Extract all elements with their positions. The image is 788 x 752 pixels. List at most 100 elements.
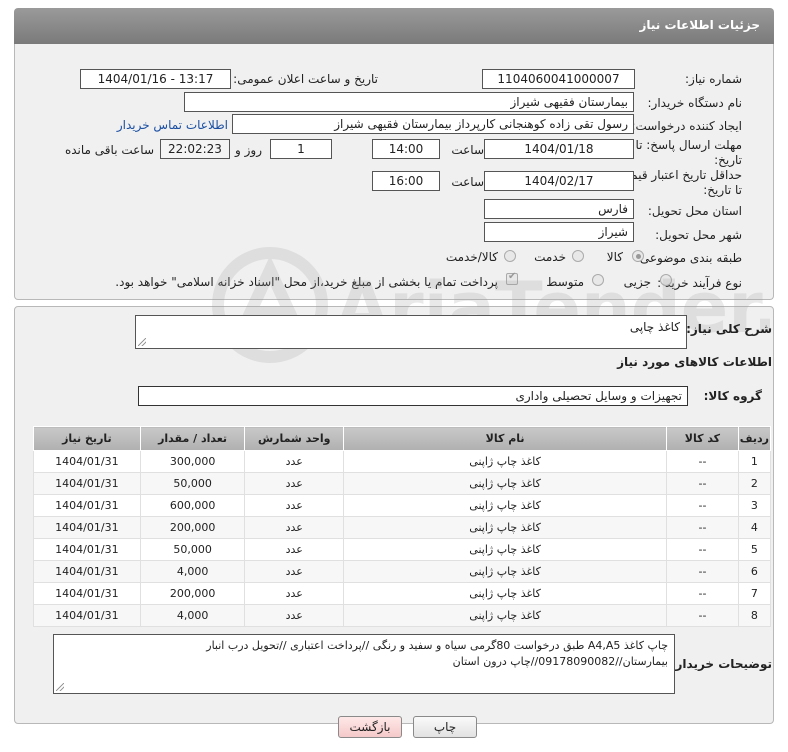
creator-label: ایجاد کننده درخواست: — [631, 119, 742, 133]
need-date-cell: 1404/01/31 — [33, 560, 141, 583]
row-number-cell: 7 — [737, 582, 772, 605]
buyer-notes-line-2: بیمارستان//09178090082//چاپ درون استان — [452, 655, 668, 668]
row-number-cell: 1 — [737, 450, 772, 473]
city-field: شیراز — [484, 222, 634, 242]
process-minor-label: جزیی — [623, 275, 651, 289]
table-row: 4 -- کاغذ چاپ ژاپنی عدد 200,000 1404/01/31 — [33, 516, 772, 539]
unit-cell: عدد — [244, 604, 345, 627]
need-date-cell: 1404/01/31 — [33, 582, 141, 605]
item-name-cell: کاغذ چاپ ژاپنی — [343, 472, 668, 495]
table-row: 2 -- کاغذ چاپ ژاپنی عدد 50,000 1404/01/31 — [33, 472, 772, 495]
item-code-cell: -- — [666, 472, 739, 495]
row-number-cell: 3 — [737, 494, 772, 517]
unit-cell: عدد — [244, 472, 345, 495]
table-row: 1 -- کاغذ چاپ ژاپنی عدد 300,000 1404/01/31 — [33, 450, 772, 473]
row-number-cell: 5 — [737, 538, 772, 561]
price-valid-label: حداقل تاریخ اعتبار قیمت: — [615, 168, 742, 182]
quantity-cell: 200,000 — [139, 516, 246, 539]
page-header: جزئیات اطلاعات نیاز — [14, 8, 774, 44]
unit-cell: عدد — [244, 582, 345, 605]
item-code-cell: -- — [666, 582, 739, 605]
item-code-cell: -- — [666, 516, 739, 539]
need-description-label: شرح کلی نیاز: — [686, 322, 772, 336]
process-minor-radio[interactable] — [660, 274, 672, 286]
category-goods-radio[interactable] — [632, 250, 644, 262]
price-valid-label-date: تا تاریخ: — [703, 183, 742, 197]
item-name-cell: کاغذ چاپ ژاپنی — [343, 450, 668, 473]
quantity-cell: 50,000 — [139, 538, 246, 561]
category-service-radio[interactable] — [572, 250, 584, 262]
goods-group-label: گروه کالا: — [703, 389, 762, 403]
need-number-label: شماره نیاز: — [685, 72, 742, 86]
page-title: جزئیات اطلاعات نیاز — [639, 18, 760, 32]
price-valid-time-field: 16:00 — [372, 171, 440, 191]
category-goods-service-label: کالا/خدمت — [445, 250, 498, 264]
unit-cell: عدد — [244, 450, 345, 473]
contact-buyer-link[interactable]: اطلاعات تماس خریدار — [117, 118, 228, 132]
buyer-org-field: بیمارستان فقیهی شیراز — [184, 92, 634, 112]
need-number-field: 1104060041000007 — [482, 69, 635, 89]
back-button[interactable]: بازگشت — [338, 716, 402, 738]
treasury-payment-checkbox[interactable] — [506, 271, 518, 285]
unit-cell: عدد — [244, 516, 345, 539]
item-name-cell: کاغذ چاپ ژاپنی — [343, 538, 668, 561]
days-label: روز و — [235, 143, 262, 157]
category-goods-service-radio[interactable] — [504, 250, 516, 262]
item-name-cell: کاغذ چاپ ژاپنی — [343, 604, 668, 627]
need-date-cell: 1404/01/31 — [33, 494, 141, 517]
deadline-time-field: 14:00 — [372, 139, 440, 159]
row-number-cell: 4 — [737, 516, 772, 539]
process-medium-radio[interactable] — [592, 274, 604, 286]
deadline-time-label: ساعت — [451, 143, 484, 157]
need-date-cell: 1404/01/31 — [33, 516, 141, 539]
table-row: 5 -- کاغذ چاپ ژاپنی عدد 50,000 1404/01/31 — [33, 538, 772, 561]
days-field: 1 — [270, 139, 332, 159]
quantity-cell: 4,000 — [139, 604, 246, 627]
deadline-label: مهلت ارسال پاسخ: تا — [635, 138, 742, 152]
quantity-cell: 200,000 — [139, 582, 246, 605]
row-number-cell: 2 — [737, 472, 772, 495]
need-description-value: کاغذ چاپی — [629, 320, 680, 334]
announce-label: تاریخ و ساعت اعلان عمومی: — [233, 72, 378, 86]
remaining-time-field: 22:02:23 — [160, 139, 230, 159]
row-number-cell: 8 — [737, 604, 772, 627]
need-description-textarea: کاغذ چاپی — [135, 315, 687, 349]
province-field: فارس — [484, 199, 634, 219]
print-button[interactable]: چاپ — [413, 716, 477, 738]
resize-grip-icon[interactable] — [138, 338, 146, 346]
quantity-cell: 300,000 — [139, 450, 246, 473]
resize-grip-icon[interactable] — [56, 683, 64, 691]
item-name-cell: کاغذ چاپ ژاپنی — [343, 494, 668, 517]
table-row: 3 -- کاغذ چاپ ژاپنی عدد 600,000 1404/01/31 — [33, 494, 772, 517]
col-code-header: کد کالا — [666, 426, 739, 451]
city-label: شهر محل تحویل: — [655, 228, 742, 242]
unit-cell: عدد — [244, 560, 345, 583]
creator-field: رسول تقی زاده کوهنجانی کارپرداز بیمارستا… — [232, 114, 634, 134]
province-label: استان محل تحویل: — [647, 204, 742, 218]
items-table: ردیف کد کالا نام کالا واحد شمارش تعداد /… — [33, 426, 772, 627]
buyer-org-label: نام دستگاه خریدار: — [647, 96, 743, 110]
row-number-cell: 6 — [737, 560, 772, 583]
col-row-header: ردیف — [737, 426, 772, 451]
quantity-cell: 4,000 — [139, 560, 246, 583]
category-label: طبقه بندی موضوعی: — [635, 251, 742, 265]
item-code-cell: -- — [666, 450, 739, 473]
item-code-cell: -- — [666, 538, 739, 561]
table-header-row: ردیف کد کالا نام کالا واحد شمارش تعداد /… — [33, 426, 772, 451]
item-code-cell: -- — [666, 604, 739, 627]
table-row: 7 -- کاغذ چاپ ژاپنی عدد 200,000 1404/01/31 — [33, 582, 772, 605]
goods-info-title: اطلاعات کالاهای مورد نیاز — [617, 355, 772, 369]
unit-cell: عدد — [244, 494, 345, 517]
table-row: 8 -- کاغذ چاپ ژاپنی عدد 4,000 1404/01/31 — [33, 604, 772, 627]
item-name-cell: کاغذ چاپ ژاپنی — [343, 582, 668, 605]
quantity-cell: 600,000 — [139, 494, 246, 517]
buyer-notes-label: توضیحات خریدار: — [670, 657, 772, 671]
price-valid-date-field: 1404/02/17 — [484, 171, 634, 191]
deadline-date-field: 1404/01/18 — [484, 139, 634, 159]
category-goods-label: کالا — [606, 250, 623, 264]
need-date-cell: 1404/01/31 — [33, 450, 141, 473]
buyer-notes-line-1: چاپ کاغذ A4,A5 طبق درخواست 80گرمی سیاه و… — [206, 639, 668, 652]
col-quantity-header: تعداد / مقدار — [139, 426, 246, 451]
item-code-cell: -- — [666, 560, 739, 583]
announce-field: 1404/01/16 - 13:17 — [80, 69, 231, 89]
